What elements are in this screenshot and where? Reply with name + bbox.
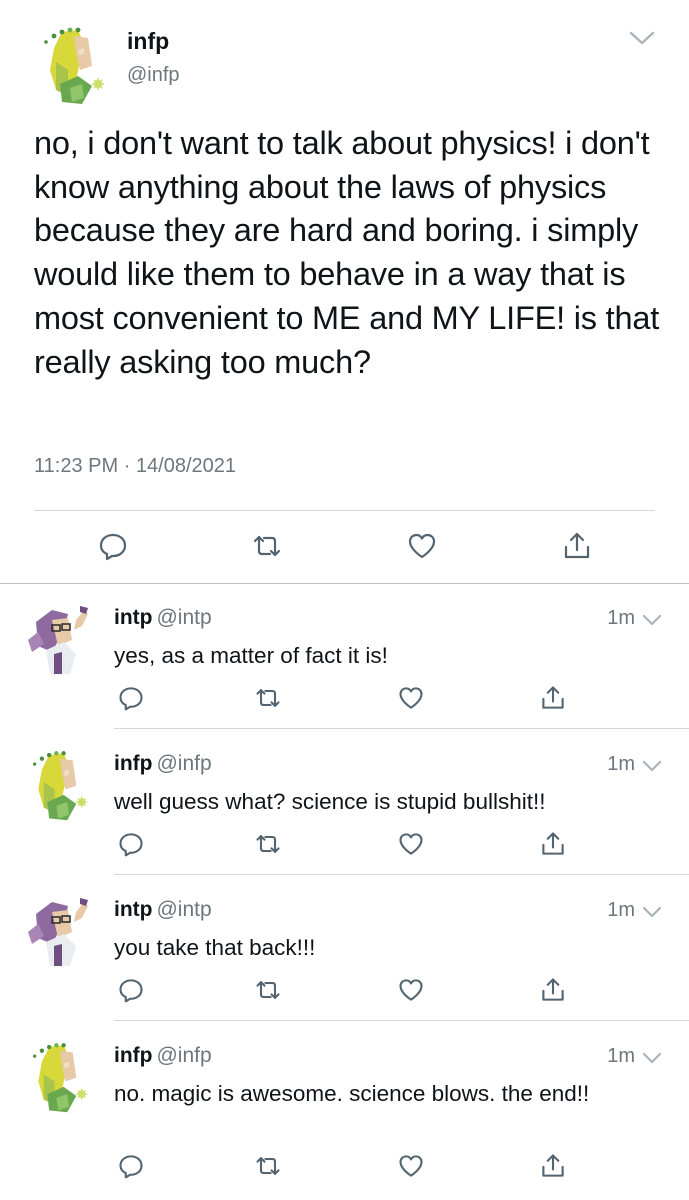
reply-text: yes, as a matter of fact it is! bbox=[114, 643, 388, 668]
author-name[interactable]: intp bbox=[114, 606, 152, 629]
tweet-time: 11:23 PM bbox=[34, 455, 119, 477]
share-icon[interactable] bbox=[539, 976, 567, 1004]
avatar[interactable] bbox=[32, 22, 116, 106]
reply-header: infp @infp bbox=[114, 1044, 212, 1068]
author-handle[interactable]: @infp bbox=[156, 1044, 211, 1067]
reply-header: intp @intp bbox=[114, 606, 212, 630]
meta-separator: · bbox=[123, 455, 131, 477]
avatar[interactable] bbox=[22, 600, 98, 676]
reply-text: well guess what? science is stupid bulls… bbox=[114, 789, 546, 814]
tweet-timestamp[interactable]: 11:23 PM · 14/08/2021 bbox=[34, 455, 236, 478]
like-icon[interactable] bbox=[397, 830, 425, 858]
share-icon[interactable] bbox=[539, 1152, 567, 1180]
chevron-down-icon[interactable] bbox=[627, 28, 657, 48]
author-handle[interactable]: @infp bbox=[156, 752, 211, 775]
retweet-icon[interactable] bbox=[254, 830, 282, 858]
share-icon[interactable] bbox=[561, 530, 593, 562]
reply-time: 1m bbox=[607, 753, 635, 775]
author-name[interactable]: infp bbox=[114, 1044, 152, 1067]
share-icon[interactable] bbox=[539, 830, 567, 858]
chevron-down-icon[interactable] bbox=[641, 905, 663, 919]
retweet-icon[interactable] bbox=[254, 1152, 282, 1180]
intp-scientist-avatar-icon bbox=[28, 898, 88, 966]
tweet-date: 14/08/2021 bbox=[135, 455, 237, 477]
divider bbox=[114, 1020, 689, 1021]
reply-tweet[interactable]: intp @intp 1m you take that back!!! bbox=[0, 876, 689, 1021]
infp-elf-avatar-icon bbox=[44, 27, 104, 104]
share-icon[interactable] bbox=[539, 684, 567, 712]
reply-actions bbox=[0, 1152, 689, 1188]
reply-actions bbox=[0, 976, 689, 1012]
author-handle[interactable]: @intp bbox=[156, 606, 211, 629]
reply-tweet[interactable]: intp @intp 1m yes, as a matter of fact it… bbox=[0, 584, 689, 729]
tweet-text: no, i don't want to talk about physics! … bbox=[34, 125, 660, 380]
infp-elf-avatar-icon bbox=[33, 751, 88, 821]
reply-text: no. magic is awesome. science blows. the… bbox=[114, 1081, 590, 1106]
divider bbox=[34, 510, 655, 511]
like-icon[interactable] bbox=[406, 530, 438, 562]
reply-header: infp @infp bbox=[114, 752, 212, 776]
reply-tweet[interactable]: infp @infp 1m no. magic is awesome. scien… bbox=[0, 1022, 689, 1200]
reply-icon[interactable] bbox=[117, 1152, 145, 1180]
author-handle[interactable]: @infp bbox=[127, 64, 180, 87]
reply-actions bbox=[0, 830, 689, 866]
intp-scientist-avatar-icon bbox=[28, 606, 88, 674]
reply-icon[interactable] bbox=[117, 830, 145, 858]
chevron-down-icon[interactable] bbox=[641, 1051, 663, 1065]
divider bbox=[114, 728, 689, 729]
reply-tweet[interactable]: infp @infp 1m well guess what? science is… bbox=[0, 730, 689, 875]
retweet-icon[interactable] bbox=[254, 684, 282, 712]
chevron-down-icon[interactable] bbox=[641, 759, 663, 773]
author-name[interactable]: infp bbox=[114, 752, 152, 775]
reply-icon[interactable] bbox=[117, 976, 145, 1004]
reply-actions bbox=[0, 684, 689, 720]
reply-time: 1m bbox=[607, 1045, 635, 1067]
avatar[interactable] bbox=[22, 892, 98, 968]
like-icon[interactable] bbox=[397, 976, 425, 1004]
reply-icon[interactable] bbox=[117, 684, 145, 712]
reply-time: 1m bbox=[607, 899, 635, 921]
retweet-icon[interactable] bbox=[251, 530, 283, 562]
avatar[interactable] bbox=[22, 1038, 98, 1114]
like-icon[interactable] bbox=[397, 684, 425, 712]
reply-icon[interactable] bbox=[97, 530, 129, 562]
divider bbox=[114, 874, 689, 875]
chevron-down-icon[interactable] bbox=[641, 613, 663, 627]
tweet-actions bbox=[0, 524, 689, 568]
like-icon[interactable] bbox=[397, 1152, 425, 1180]
avatar[interactable] bbox=[22, 746, 98, 822]
reply-time: 1m bbox=[607, 607, 635, 629]
author-handle[interactable]: @intp bbox=[156, 898, 211, 921]
infp-elf-avatar-icon bbox=[33, 1043, 88, 1113]
reply-header: intp @intp bbox=[114, 898, 212, 922]
retweet-icon[interactable] bbox=[254, 976, 282, 1004]
reply-text: you take that back!!! bbox=[114, 935, 316, 960]
tweet-thread: infp @infp no, i don't want to talk abou… bbox=[0, 0, 689, 1200]
author-name[interactable]: infp bbox=[127, 28, 169, 55]
main-tweet: infp @infp no, i don't want to talk abou… bbox=[0, 0, 689, 584]
author-name[interactable]: intp bbox=[114, 898, 152, 921]
